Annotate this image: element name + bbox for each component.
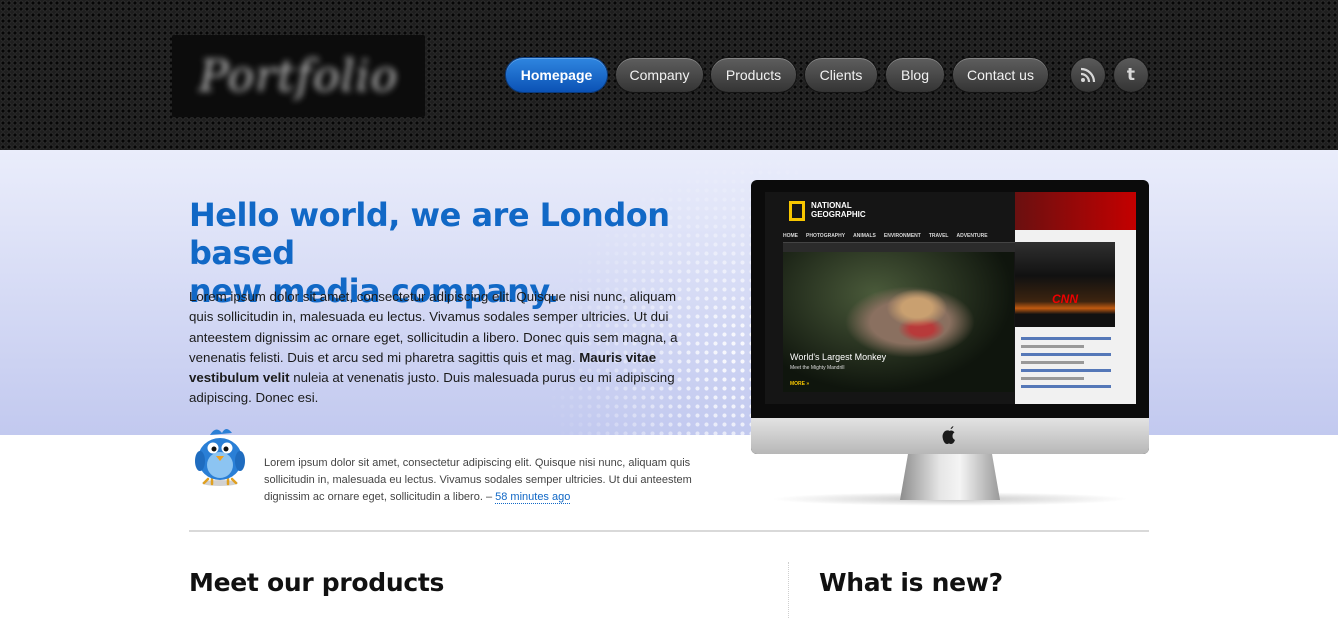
products-heading: Meet our products bbox=[189, 568, 445, 597]
column-divider bbox=[788, 562, 789, 618]
news-thumbnail bbox=[1015, 242, 1115, 327]
natgeo-menu-item: ANIMALS bbox=[853, 233, 876, 239]
whats-new-heading: What is new? bbox=[819, 568, 1003, 597]
natgeo-menu-item: ADVENTURE bbox=[956, 233, 988, 239]
nav-company[interactable]: Company bbox=[615, 57, 704, 93]
logo[interactable]: Portfolio bbox=[172, 35, 425, 117]
sidebar-headlines bbox=[1021, 332, 1111, 393]
mandrill-photo bbox=[783, 252, 1014, 392]
twitter-bird-icon bbox=[195, 429, 245, 486]
photo-caption: World's Largest Monkey bbox=[790, 352, 887, 362]
section-divider bbox=[189, 530, 1149, 532]
apple-logo-icon bbox=[940, 425, 960, 445]
cnn-logo: CNN bbox=[1052, 292, 1078, 306]
natgeo-menu-item: PHOTOGRAPHY bbox=[806, 233, 846, 239]
nav-products[interactable]: Products bbox=[710, 57, 797, 93]
monitor-screen: NATIONAL GEOGRAPHIC HOME PHOTOGRAPHY ANI… bbox=[765, 192, 1136, 404]
natgeo-submenu bbox=[783, 242, 1033, 252]
latest-tweet: Lorem ipsum dolor sit amet, consectetur … bbox=[264, 455, 694, 506]
nav-homepage[interactable]: Homepage bbox=[505, 57, 608, 93]
nav-blog[interactable]: Blog bbox=[885, 57, 945, 93]
nav-contact-us[interactable]: Contact us bbox=[952, 57, 1049, 93]
natgeo-menu-item: ENVIRONMENT bbox=[883, 233, 921, 239]
photo-subcaption: Meet the Mighty Mandrill bbox=[790, 365, 845, 371]
monitor-stand bbox=[900, 454, 1000, 500]
twitter-icon: t bbox=[1126, 65, 1136, 85]
natgeo-wordmark-line2: GEOGRAPHIC bbox=[811, 210, 866, 219]
natgeo-menu-item: HOME bbox=[783, 233, 798, 239]
tweet-time-link[interactable]: 58 minutes ago bbox=[495, 491, 571, 504]
natgeo-menu-item: TRAVEL bbox=[928, 233, 949, 239]
tweet-text: Lorem ipsum dolor sit amet, consectetur … bbox=[264, 457, 692, 503]
hero-headline-line1: Hello world, we are London based bbox=[189, 196, 670, 272]
natgeo-wordmark-line1: NATIONAL bbox=[811, 201, 852, 210]
logo-text: Portfolio bbox=[198, 50, 399, 102]
natgeo-wordmark: NATIONAL GEOGRAPHIC bbox=[811, 201, 866, 219]
rss-button[interactable] bbox=[1070, 57, 1106, 93]
natgeo-logo-icon bbox=[789, 201, 805, 221]
nav-clients[interactable]: Clients bbox=[804, 57, 878, 93]
rss-icon bbox=[1080, 67, 1096, 83]
hero-lead: Lorem ipsum dolor sit amet, consectetur … bbox=[189, 287, 704, 409]
photo-more-link: MORE » bbox=[790, 381, 810, 387]
natgeo-ad-banner bbox=[1015, 192, 1136, 230]
natgeo-menu: HOME PHOTOGRAPHY ANIMALS ENVIRONMENT TRA… bbox=[783, 230, 1023, 242]
twitter-button[interactable]: t bbox=[1113, 57, 1149, 93]
